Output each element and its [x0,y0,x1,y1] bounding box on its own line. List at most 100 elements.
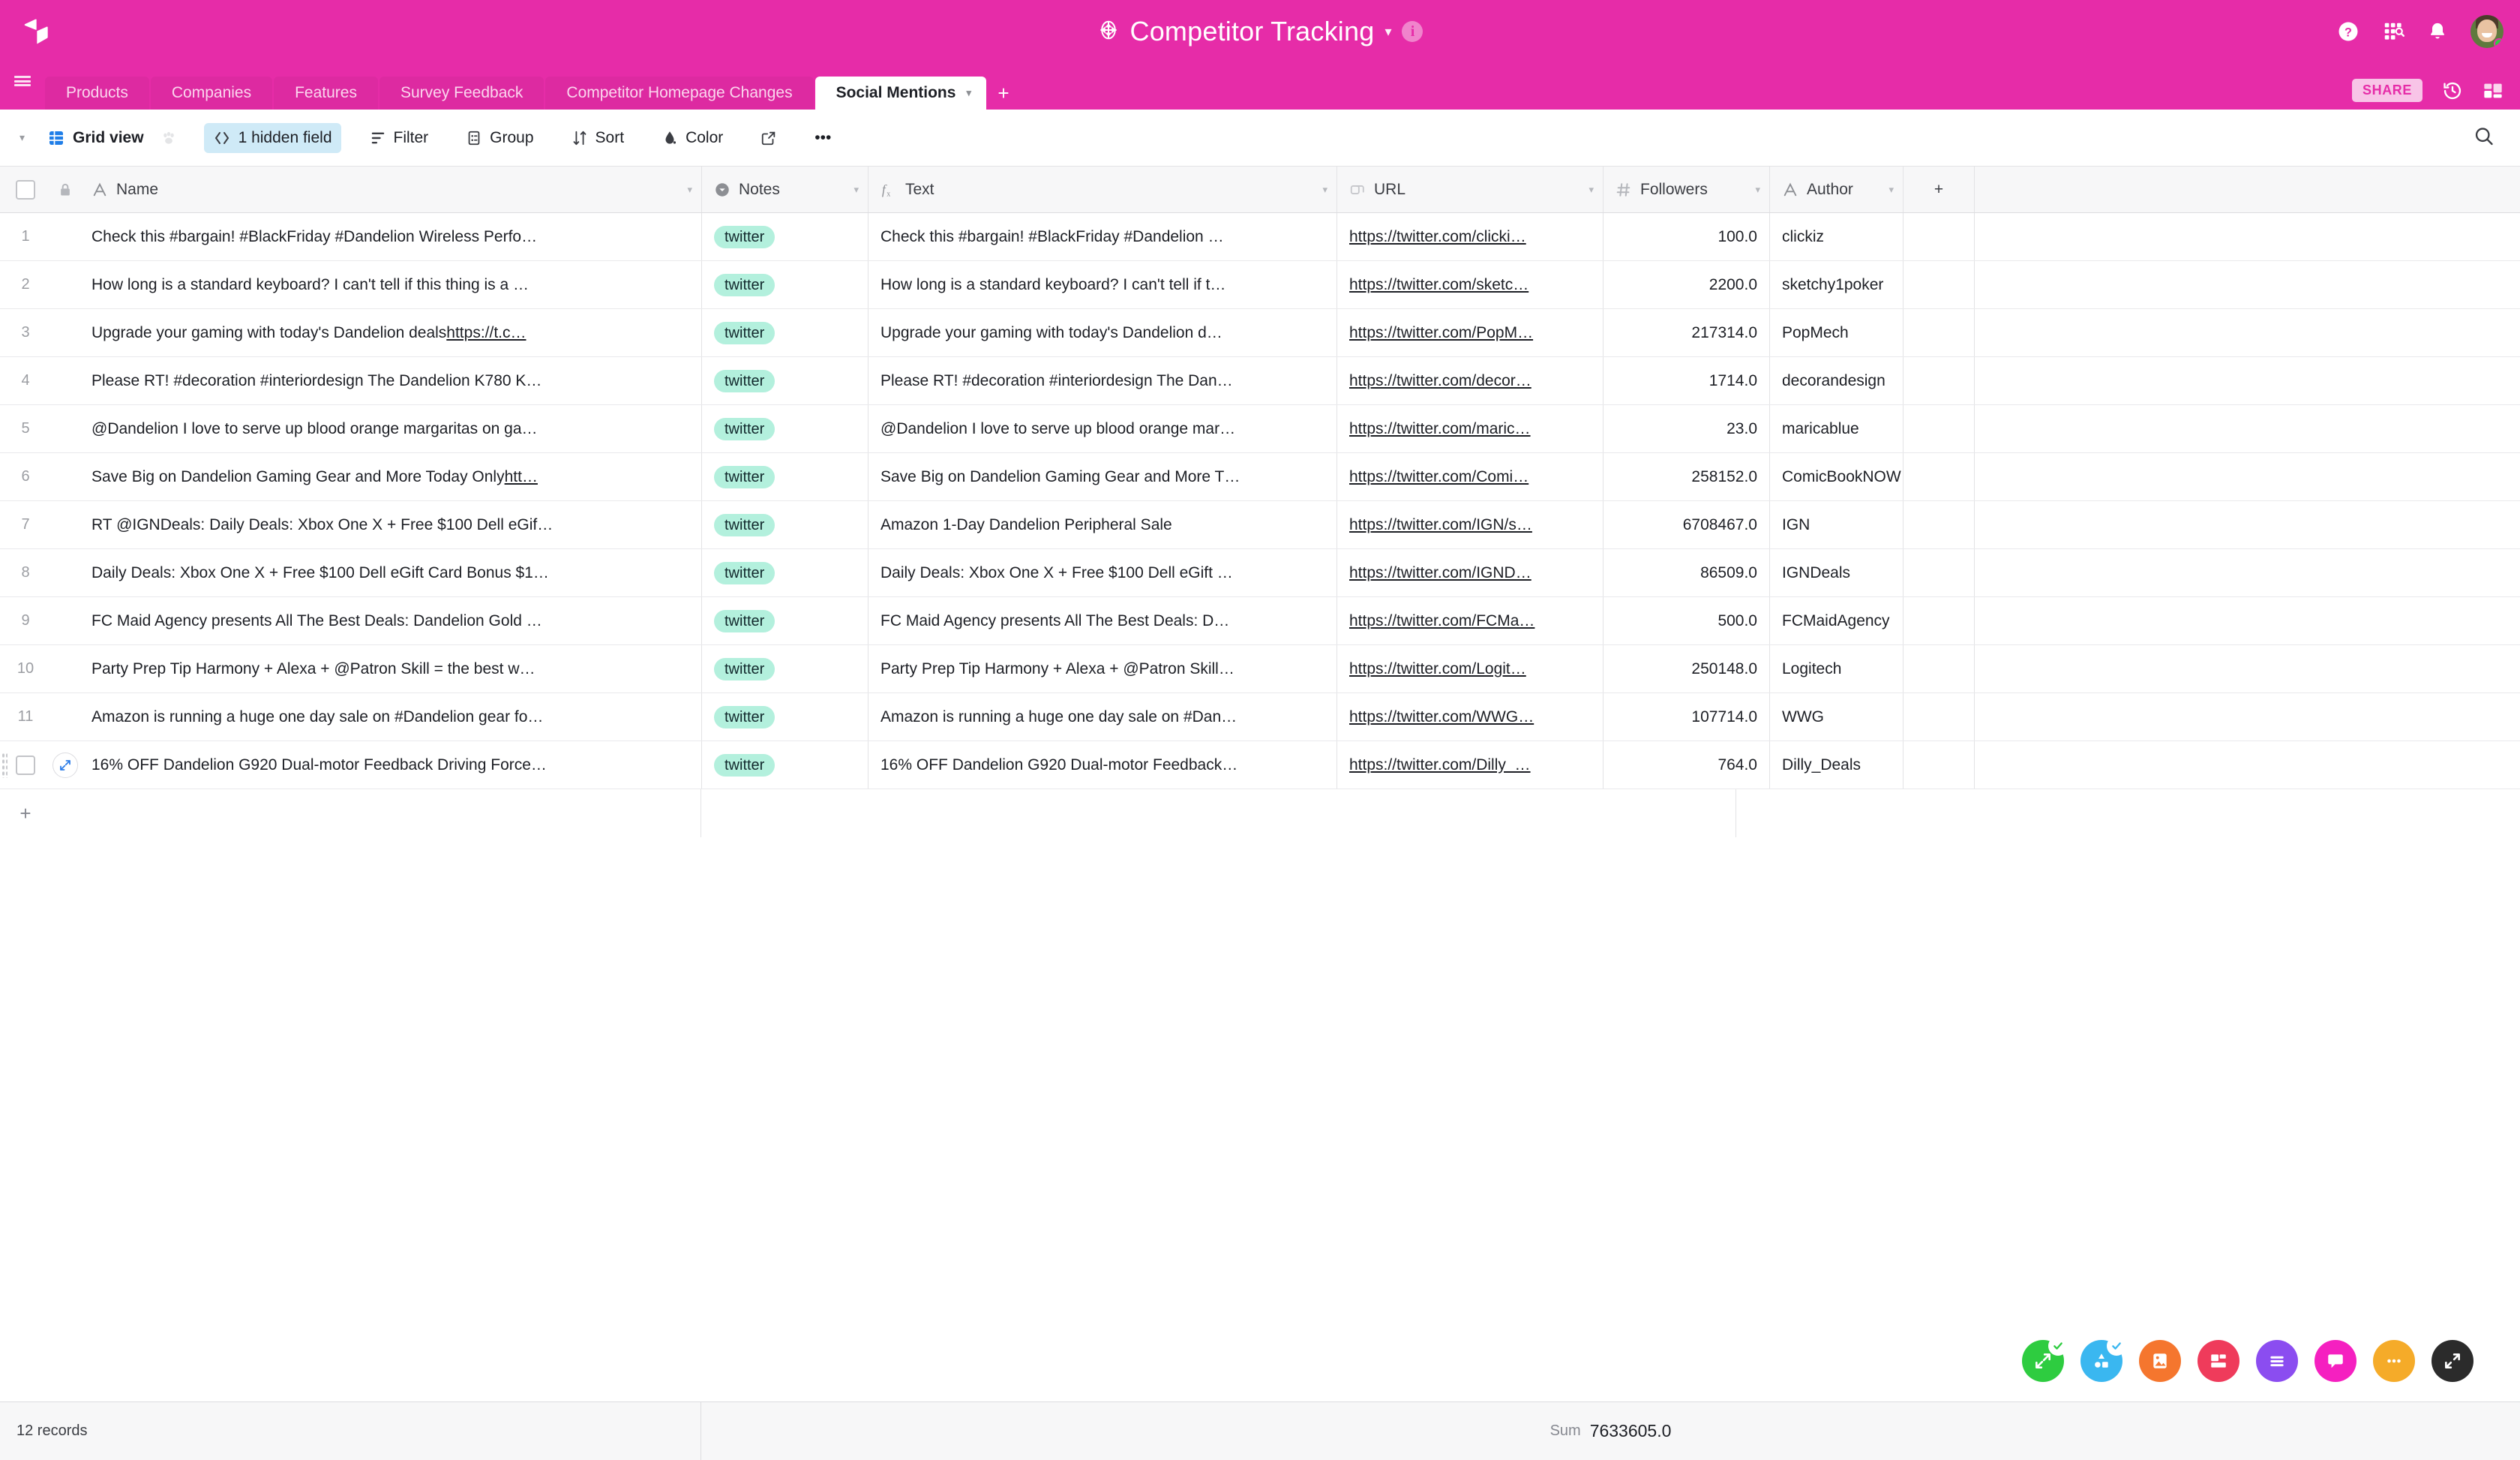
table-row[interactable]: 7 RT @IGNDeals: Daily Deals: Xbox One X +… [0,501,2520,549]
cell-author[interactable]: sketchy1poker [1770,261,1904,308]
help-icon[interactable]: ? [2337,20,2360,43]
table-row[interactable]: 5 @Dandelion I love to serve up blood ora… [0,405,2520,453]
cell-text[interactable]: Daily Deals: Xbox One X + Free $100 Dell… [868,549,1337,596]
url-link[interactable]: https://twitter.com/maric… [1349,420,1531,438]
row-number[interactable]: 2 [0,261,51,308]
color-button[interactable]: Color [652,123,732,153]
group-button[interactable]: Group [457,123,542,153]
cell-followers[interactable]: 764.0 [1604,741,1770,789]
more-view-options-button[interactable]: ••• [806,123,840,153]
row-number[interactable]: 10 [0,645,51,692]
tab-social-mentions[interactable]: Social Mentions ▾ [814,77,986,110]
url-link[interactable]: https://twitter.com/sketc… [1349,276,1528,294]
chevron-down-icon[interactable]: ▾ [1755,184,1760,196]
table-row[interactable]: 1 Check this #bargain! #BlackFriday #Dand… [0,213,2520,261]
cell-notes[interactable]: twitter [702,213,868,260]
url-link[interactable]: https://twitter.com/FCMa… [1349,612,1534,630]
cell-author[interactable]: decorandesign [1770,357,1904,404]
cell-text[interactable]: @Dandelion I love to serve up blood oran… [868,405,1337,452]
column-header-text[interactable]: fx Text ▾ [868,167,1337,212]
cell-url[interactable]: https://twitter.com/WWG… [1337,693,1604,741]
cell-author[interactable]: IGNDeals [1770,549,1904,596]
cell-followers[interactable]: 2200.0 [1604,261,1770,308]
image-app-icon[interactable] [2139,1340,2181,1382]
cell-notes[interactable]: twitter [702,261,868,308]
cell-url[interactable]: https://twitter.com/FCMa… [1337,597,1604,644]
cell-notes[interactable]: twitter [702,597,868,644]
cell-followers[interactable]: 500.0 [1604,597,1770,644]
row-number[interactable]: 1 [0,213,51,260]
view-collaborators[interactable] [160,130,177,146]
cell-url[interactable]: https://twitter.com/Dilly_… [1337,741,1604,789]
table-row[interactable]: 2 How long is a standard keyboard? I can'… [0,261,2520,309]
add-record-row[interactable]: + [0,789,2520,837]
url-link[interactable]: https://twitter.com/WWG… [1349,708,1534,726]
column-header-followers[interactable]: Followers ▾ [1604,167,1770,212]
cell-followers[interactable]: 258152.0 [1604,453,1770,500]
cell-url[interactable]: https://twitter.com/PopM… [1337,309,1604,356]
row-drag-handle[interactable] [2,752,8,778]
row-number[interactable]: 5 [0,405,51,452]
blocks-icon[interactable] [2482,80,2504,101]
url-link[interactable]: https://twitter.com/PopM… [1349,324,1533,342]
cell-notes[interactable]: twitter [702,645,868,692]
cell-author[interactable]: WWG [1770,693,1904,741]
tab-survey-feedback[interactable]: Survey Feedback [379,77,544,110]
apps-search-icon[interactable] [2382,20,2404,43]
cell-text[interactable]: Save Big on Dandelion Gaming Gear and Mo… [868,453,1337,500]
cell-url[interactable]: https://twitter.com/IGND… [1337,549,1604,596]
expand-app-icon[interactable] [2022,1336,2068,1382]
cell-url[interactable]: https://twitter.com/clicki… [1337,213,1604,260]
chevron-down-icon[interactable]: ▾ [687,184,692,196]
cell-url[interactable]: https://twitter.com/IGN/s… [1337,501,1604,548]
column-header-url[interactable]: URL ▾ [1337,167,1604,212]
search-icon[interactable] [2474,125,2494,150]
url-link[interactable]: https://twitter.com/Logit… [1349,660,1526,678]
history-icon[interactable] [2442,80,2463,101]
shapes-app-icon[interactable] [2080,1336,2126,1382]
cell-notes[interactable]: twitter [702,357,868,404]
cell-name[interactable]: Daily Deals: Xbox One X + Free $100 Dell… [80,549,702,596]
cell-text[interactable]: How long is a standard keyboard? I can't… [868,261,1337,308]
cell-text[interactable]: FC Maid Agency presents All The Best Dea… [868,597,1337,644]
chat-app-icon[interactable] [2314,1340,2356,1382]
row-number[interactable]: 11 [0,693,51,741]
tab-companies[interactable]: Companies [150,77,273,110]
more-app-icon[interactable] [2373,1340,2415,1382]
row-number[interactable]: 8 [0,549,51,596]
tab-features[interactable]: Features [274,77,378,110]
add-field-button[interactable]: + [1904,167,1975,212]
column-header-author[interactable]: Author ▾ [1770,167,1904,212]
chevron-down-icon[interactable]: ▾ [1322,184,1328,196]
hidden-fields-button[interactable]: 1 hidden field [203,122,341,153]
cell-name[interactable]: Party Prep Tip Harmony + Alexa + @Patron… [80,645,702,692]
url-link[interactable]: https://twitter.com/IGN/s… [1349,516,1532,534]
cell-followers[interactable]: 250148.0 [1604,645,1770,692]
table-row[interactable]: 4 Please RT! #decoration #interiordesign … [0,357,2520,405]
add-record-plus-icon[interactable]: + [0,802,51,825]
row-number[interactable]: 7 [0,501,51,548]
notifications-icon[interactable] [2427,21,2448,42]
table-row[interactable]: 3 Upgrade your gaming with today's Dandel… [0,309,2520,357]
cell-followers[interactable]: 217314.0 [1604,309,1770,356]
cell-text[interactable]: Party Prep Tip Harmony + Alexa + @Patron… [868,645,1337,692]
hamburger-menu-icon[interactable] [0,63,45,110]
cell-author[interactable]: FCMaidAgency [1770,597,1904,644]
list-app-icon[interactable] [2256,1340,2298,1382]
url-link[interactable]: https://twitter.com/decor… [1349,372,1532,390]
cell-followers[interactable]: 1714.0 [1604,357,1770,404]
chevron-down-icon[interactable]: ▾ [966,87,971,99]
url-link[interactable]: https://twitter.com/Dilly_… [1349,756,1531,774]
cell-name[interactable]: Save Big on Dandelion Gaming Gear and Mo… [80,453,702,500]
collapse-dock-icon[interactable] [2432,1340,2474,1382]
expand-icon[interactable] [52,752,78,778]
cell-author[interactable]: ComicBookNOW [1770,453,1904,500]
cell-name[interactable]: @Dandelion I love to serve up blood oran… [80,405,702,452]
cell-author[interactable]: maricablue [1770,405,1904,452]
cell-author[interactable]: Dilly_Deals [1770,741,1904,789]
tab-products[interactable]: Products [45,77,149,110]
cell-followers[interactable]: 100.0 [1604,213,1770,260]
url-link[interactable]: https://twitter.com/Comi… [1349,468,1528,486]
cell-name[interactable]: Please RT! #decoration #interiordesign T… [80,357,702,404]
table-row[interactable]: 10 Party Prep Tip Harmony + Alexa + @Patr… [0,645,2520,693]
